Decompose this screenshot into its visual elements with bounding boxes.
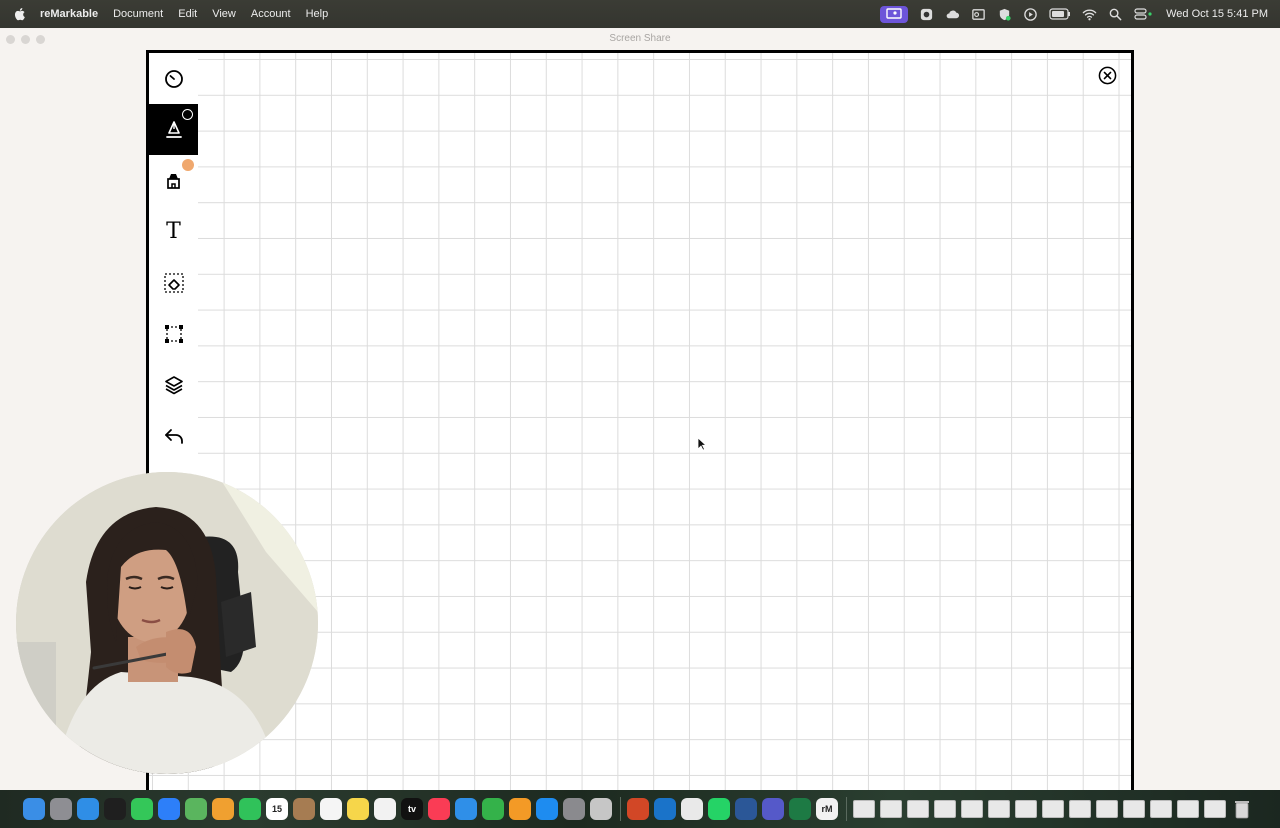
dock-teams-icon[interactable] <box>762 798 784 820</box>
layers-icon <box>164 375 183 394</box>
battery-icon[interactable] <box>1049 7 1071 22</box>
tool-sidebar: T <box>149 53 198 493</box>
presenter-video-image <box>16 472 318 774</box>
clock[interactable]: Wed Oct 15 5:41 PM <box>1166 8 1268 20</box>
eraser-tool-button[interactable] <box>149 257 198 308</box>
screen-share-icon[interactable] <box>880 5 909 23</box>
apple-logo-icon[interactable] <box>12 6 28 22</box>
dock-word-icon[interactable] <box>735 798 757 820</box>
menu-help[interactable]: Help <box>306 0 329 28</box>
dock-mail-icon[interactable] <box>158 798 180 820</box>
dock-chrome-icon[interactable] <box>681 798 703 820</box>
dock-finder-icon[interactable] <box>23 798 45 820</box>
vpn-icon[interactable] <box>997 7 1012 22</box>
dock-outlook-icon[interactable] <box>654 798 676 820</box>
layers-tool-button[interactable] <box>149 359 198 410</box>
fountain-pen-icon <box>165 120 182 138</box>
dock-remarkable-label: rM <box>821 804 833 814</box>
zoom-window-button[interactable] <box>36 35 45 44</box>
menu-account[interactable]: Account <box>251 0 291 28</box>
menu-document[interactable]: Document <box>113 0 163 28</box>
dock-recent-file-icon[interactable] <box>1123 800 1145 818</box>
dock-recent-file-icon[interactable] <box>907 800 929 818</box>
close-window-button[interactable] <box>6 35 15 44</box>
dock-recent-file-icon[interactable] <box>934 800 956 818</box>
window-titlebar: Screen Share <box>0 29 1280 49</box>
marker-icon <box>166 173 180 189</box>
menu-tool-button[interactable] <box>149 53 198 104</box>
dock-separator <box>620 797 621 821</box>
dock-photos-icon[interactable] <box>212 798 234 820</box>
text-tool-button[interactable]: T <box>149 206 198 257</box>
dock-recent-file-icon[interactable] <box>961 800 983 818</box>
mouse-cursor-icon <box>697 437 706 451</box>
dock-notes-icon[interactable] <box>347 798 369 820</box>
status-area: Wed Oct 15 5:41 PM <box>880 0 1268 28</box>
window-title: Screen Share <box>609 33 671 44</box>
dock-powerpoint-icon[interactable] <box>627 798 649 820</box>
minimize-window-button[interactable] <box>21 35 30 44</box>
pen-color-dot-icon <box>182 109 193 120</box>
dock-messages-icon[interactable] <box>131 798 153 820</box>
dock-numbers-icon[interactable] <box>482 798 504 820</box>
outlook-icon[interactable] <box>971 7 986 22</box>
menu-edit[interactable]: Edit <box>178 0 197 28</box>
dock-separator <box>846 797 847 821</box>
dock-recent-file-icon[interactable] <box>853 800 875 818</box>
dock-facetime-icon[interactable] <box>239 798 261 820</box>
dock-pages-icon[interactable] <box>509 798 531 820</box>
dock: 15 tv rM <box>0 790 1280 828</box>
play-icon[interactable] <box>1023 7 1038 22</box>
cloud-icon[interactable] <box>945 7 960 22</box>
select-icon <box>164 324 183 343</box>
selection-tool-button[interactable] <box>149 308 198 359</box>
menu-bar: reMarkable Document Edit View Account He… <box>0 0 1280 28</box>
dock-trash-icon[interactable] <box>1231 798 1253 820</box>
dock-keynote-icon[interactable] <box>455 798 477 820</box>
text-icon: T <box>166 219 181 244</box>
control-center-icon[interactable] <box>1134 7 1154 22</box>
dock-system-settings-icon[interactable] <box>563 798 585 820</box>
dock-chatgpt-icon[interactable] <box>104 798 126 820</box>
dock-apple-tv-label: tv <box>407 804 416 814</box>
dock-app-store-icon[interactable] <box>536 798 558 820</box>
undo-tool-button[interactable] <box>149 410 198 461</box>
eraser-icon <box>163 272 184 293</box>
dock-recent-file-icon[interactable] <box>1204 800 1226 818</box>
dock-freeform-icon[interactable] <box>374 798 396 820</box>
camera-icon[interactable] <box>919 7 934 22</box>
dock-recent-file-icon[interactable] <box>1015 800 1037 818</box>
dock-launchpad-icon[interactable] <box>50 798 72 820</box>
dock-reminders-icon[interactable] <box>320 798 342 820</box>
dock-notes-brown-icon[interactable] <box>293 798 315 820</box>
menu-app-name[interactable]: reMarkable <box>40 0 98 28</box>
close-canvas-button[interactable] <box>1098 66 1117 85</box>
highlighter-tool-button[interactable] <box>149 155 198 206</box>
dock-safari-icon[interactable] <box>77 798 99 820</box>
dock-whatsapp-icon[interactable] <box>708 798 730 820</box>
dock-recent-file-icon[interactable] <box>880 800 902 818</box>
wifi-icon[interactable] <box>1082 7 1097 22</box>
pen-tool-button[interactable] <box>149 104 198 155</box>
dock-excel-icon[interactable] <box>789 798 811 820</box>
circle-menu-icon <box>164 69 183 88</box>
dock-iphone-mirroring-icon[interactable] <box>590 798 612 820</box>
search-icon[interactable] <box>1108 7 1123 22</box>
undo-icon <box>164 428 183 444</box>
dock-music-icon[interactable] <box>428 798 450 820</box>
dock-recent-file-icon[interactable] <box>1177 800 1199 818</box>
menu-view[interactable]: View <box>212 0 236 28</box>
dock-calendar-icon[interactable]: 15 <box>266 798 288 820</box>
dock-recent-file-icon[interactable] <box>1069 800 1091 818</box>
dock-recent-file-icon[interactable] <box>1150 800 1172 818</box>
dock-recent-file-icon[interactable] <box>988 800 1010 818</box>
dock-recent-file-icon[interactable] <box>1096 800 1118 818</box>
dock-maps-icon[interactable] <box>185 798 207 820</box>
dock-remarkable-icon[interactable]: rM <box>816 798 838 820</box>
webcam-overlay[interactable] <box>16 472 318 774</box>
dock-recent-file-icon[interactable] <box>1042 800 1064 818</box>
highlighter-color-dot-icon <box>182 159 194 171</box>
dock-apple-tv-icon[interactable]: tv <box>401 798 423 820</box>
dock-calendar-label: 15 <box>271 804 282 814</box>
